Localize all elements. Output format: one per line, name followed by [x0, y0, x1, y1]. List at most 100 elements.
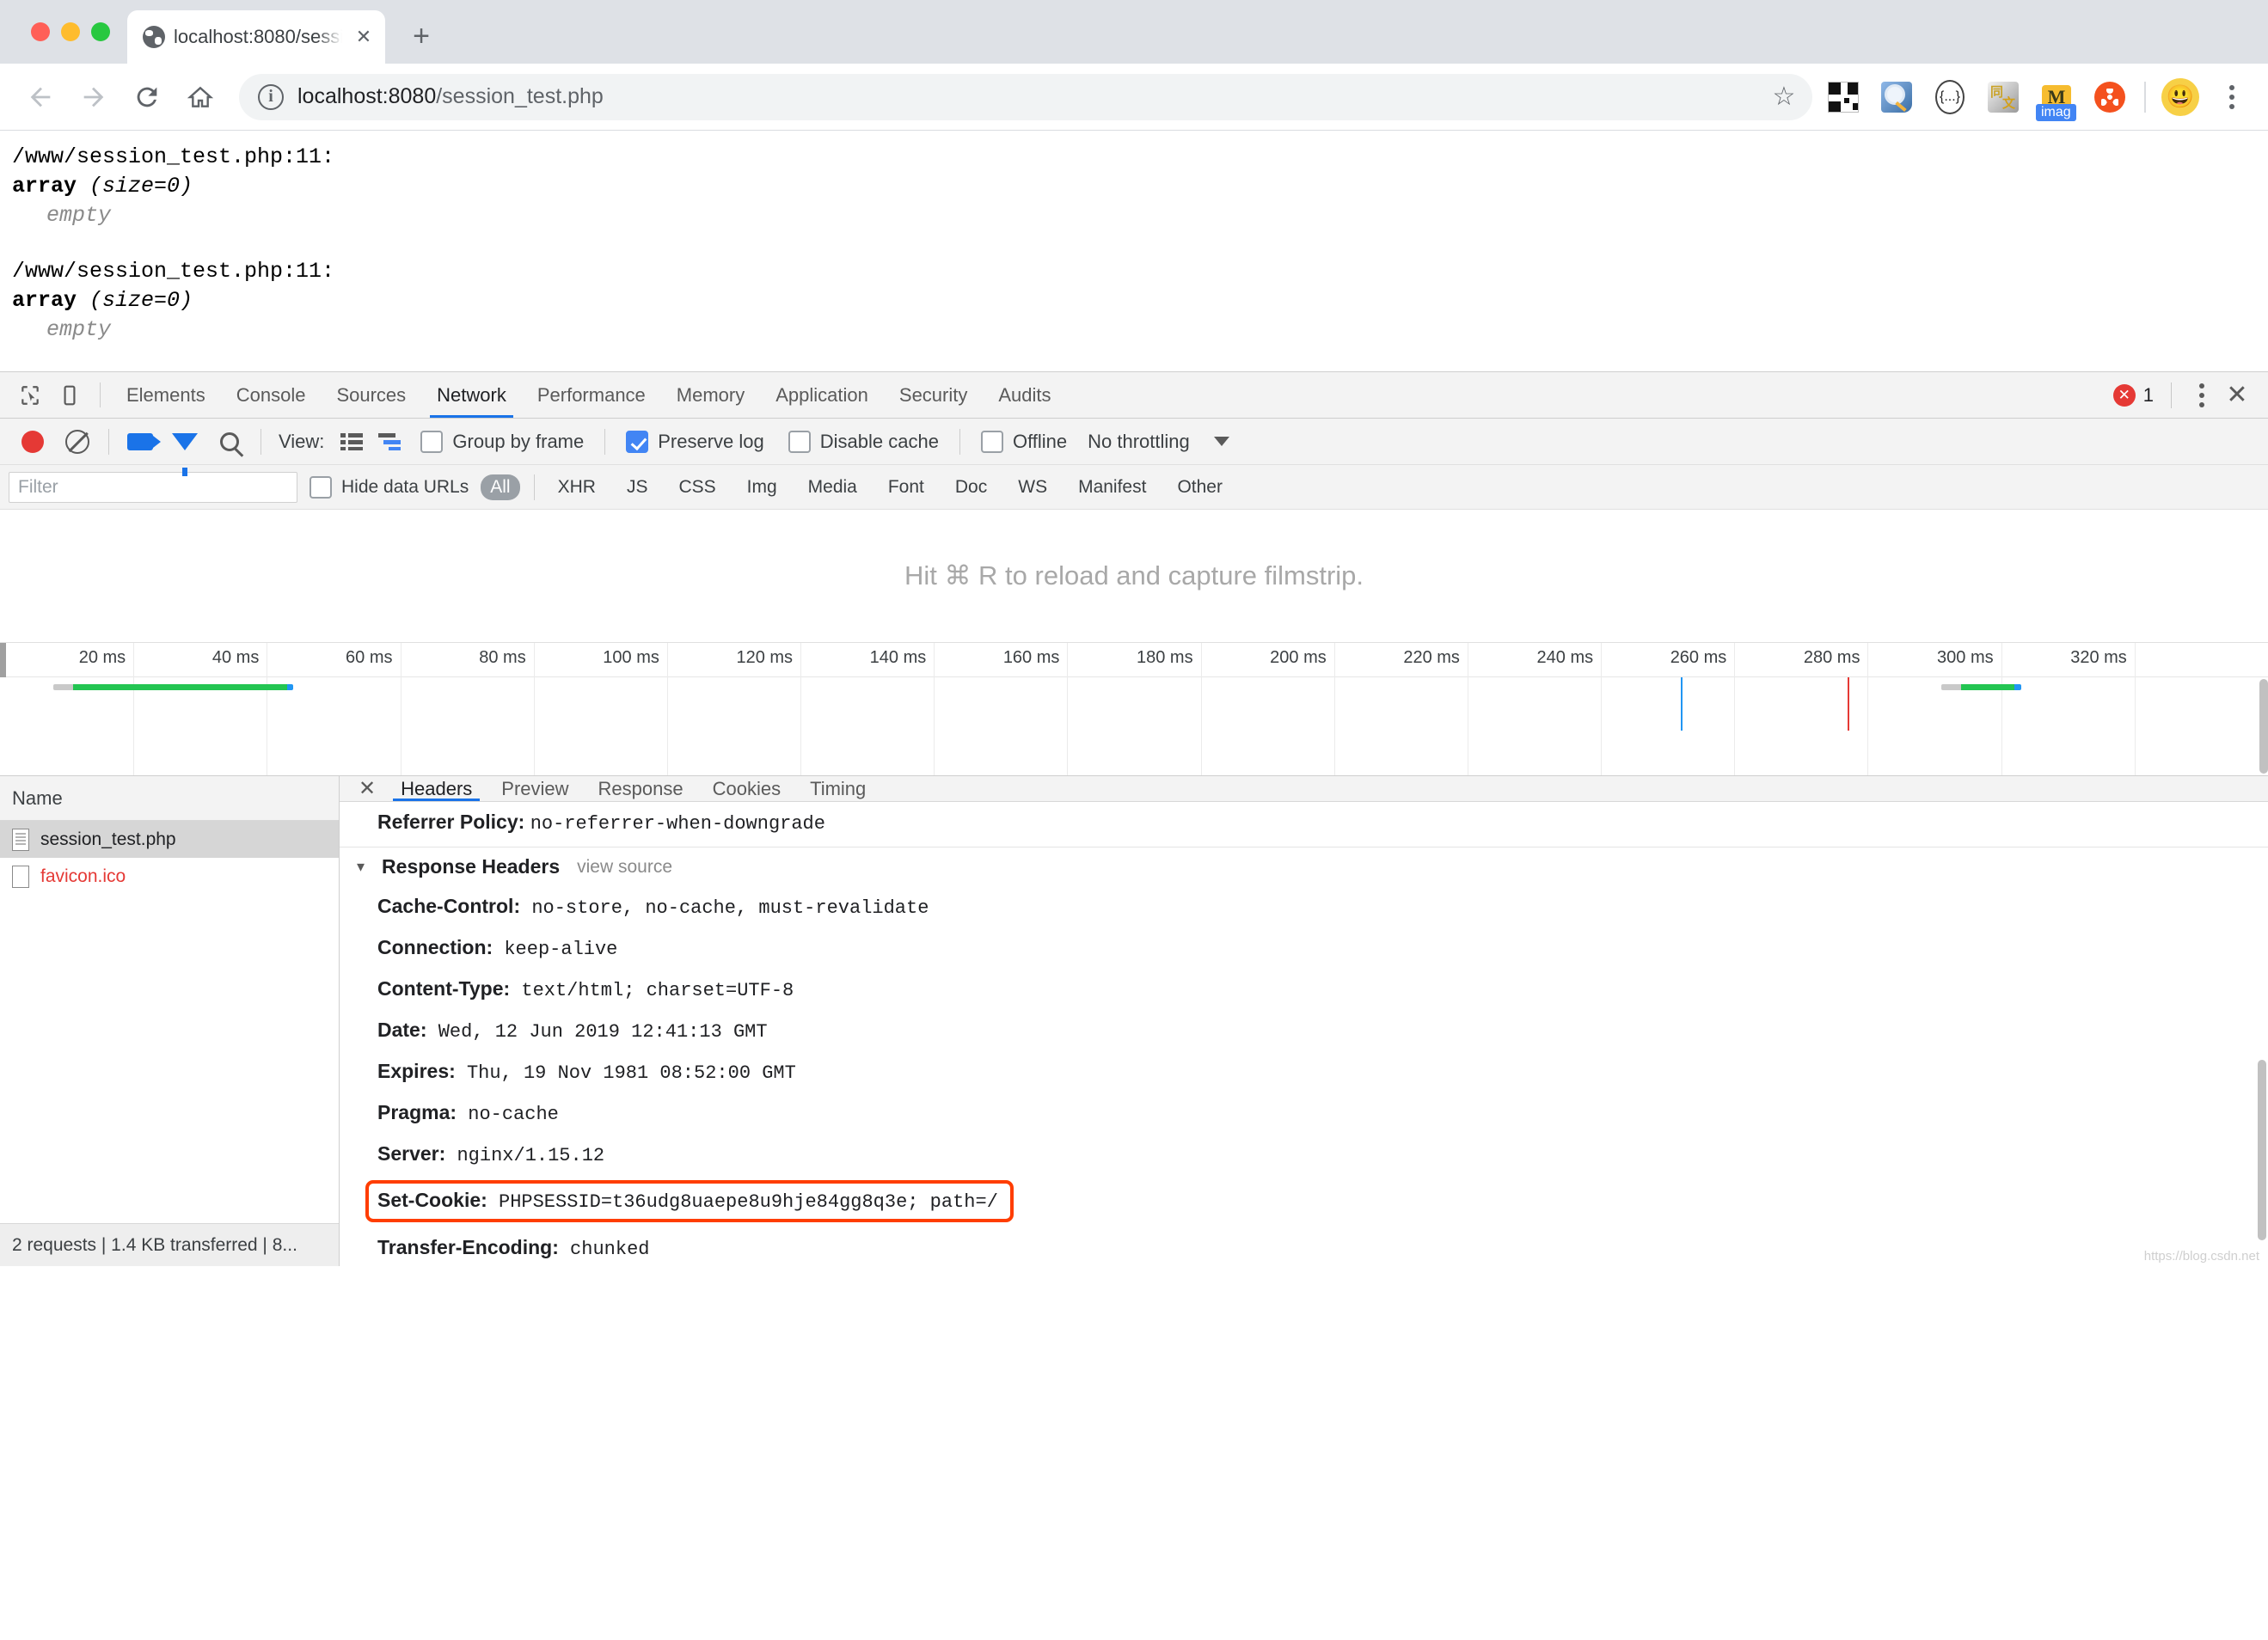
devtools-more-icon[interactable] — [2189, 382, 2215, 407]
filter-input[interactable]: Filter — [9, 471, 297, 503]
minimize-window-button[interactable] — [61, 22, 80, 41]
divider — [2171, 382, 2172, 408]
request-row-session-test[interactable]: session_test.php — [0, 821, 339, 858]
tab-sources[interactable]: Sources — [321, 372, 421, 418]
type-filter-font[interactable]: Font — [879, 474, 934, 500]
type-filter-media[interactable]: Media — [799, 474, 867, 500]
home-icon[interactable] — [175, 72, 225, 122]
tab-audits[interactable]: Audits — [983, 372, 1066, 418]
tab-cookies[interactable]: Cookies — [698, 776, 795, 801]
type-filter-other[interactable]: Other — [1168, 474, 1232, 500]
header-value: Thu, 19 Nov 1981 08:52:00 GMT — [455, 1062, 796, 1084]
maximize-window-button[interactable] — [91, 22, 110, 41]
type-filter-img[interactable]: Img — [738, 474, 787, 500]
throttling-select[interactable]: No throttling — [1079, 431, 1198, 453]
browser-tab[interactable]: localhost:8080/session_test.ph ✕ — [127, 10, 385, 64]
divider — [604, 428, 606, 455]
checkbox-box[interactable] — [310, 475, 332, 499]
type-filter-manifest[interactable]: Manifest — [1069, 474, 1155, 500]
timeline-left-handle[interactable] — [0, 643, 6, 677]
tongwen-icon[interactable]: 同文 — [1984, 78, 2022, 116]
devtools-close-icon[interactable]: ✕ — [2220, 380, 2254, 410]
disable-cache-label: Disable cache — [819, 430, 939, 452]
bookmark-star-icon[interactable]: ☆ — [1764, 77, 1804, 117]
request-row-favicon[interactable]: favicon.ico — [0, 858, 339, 895]
view-source-link[interactable]: view source — [577, 857, 672, 878]
chevron-down-icon[interactable]: ▾ — [357, 858, 365, 876]
checkbox-box[interactable] — [626, 430, 649, 453]
url-host: localhost:8080 — [297, 84, 437, 108]
device-toolbar-icon[interactable] — [50, 372, 89, 418]
timeline-gridline — [1867, 643, 1869, 775]
detail-scrollbar[interactable] — [2256, 802, 2268, 1266]
tab-elements[interactable]: Elements — [111, 372, 221, 418]
site-info-icon[interactable]: i — [258, 83, 284, 110]
detail-close-icon[interactable]: ✕ — [348, 776, 386, 801]
error-count-badge[interactable]: ✕ 1 — [2112, 383, 2154, 407]
timeline-bar[interactable] — [1940, 684, 2021, 690]
window-traffic-lights — [0, 22, 110, 64]
timeline-bar[interactable] — [53, 684, 294, 690]
tab-console[interactable]: Console — [221, 372, 322, 418]
tab-memory[interactable]: Memory — [661, 372, 760, 418]
checkbox-box[interactable] — [788, 430, 811, 453]
checkbox-box[interactable] — [420, 430, 444, 453]
reload-icon[interactable] — [122, 72, 172, 122]
back-icon[interactable] — [15, 72, 65, 122]
checkbox-box[interactable] — [980, 430, 1003, 453]
type-filter-js[interactable]: JS — [617, 474, 658, 500]
qr-code-icon[interactable] — [1824, 78, 1862, 116]
tab-application[interactable]: Application — [760, 372, 884, 418]
clear-button[interactable] — [55, 429, 100, 454]
timeline-event-marker — [1848, 677, 1850, 731]
tab-network[interactable]: Network — [421, 372, 522, 418]
offline-checkbox[interactable]: Offline — [969, 430, 1079, 453]
hide-data-urls-checkbox[interactable]: Hide data URLs — [297, 475, 481, 499]
browser-toolbar: i localhost:8080/session_test.php ☆ {...… — [0, 64, 2268, 131]
inspect-element-icon[interactable] — [10, 372, 50, 418]
tab-security[interactable]: Security — [884, 372, 983, 418]
magnifier-extension-icon[interactable] — [1878, 78, 1916, 116]
network-timeline[interactable]: 20 ms 40 ms 60 ms 80 ms 100 ms 120 ms 140 ms 16… — [0, 643, 2268, 776]
type-filter-xhr[interactable]: XHR — [549, 474, 605, 500]
document-icon — [12, 828, 29, 851]
preserve-log-checkbox[interactable]: Preserve log — [614, 430, 776, 453]
request-list-header[interactable]: Name — [0, 776, 339, 821]
divider — [100, 382, 101, 407]
new-tab-button[interactable]: + — [399, 14, 444, 58]
json-viewer-icon[interactable]: {...} — [1931, 78, 1969, 116]
gmail-icon[interactable]: imag — [2036, 78, 2076, 121]
search-button[interactable] — [207, 431, 252, 451]
type-filter-all[interactable]: All — [481, 474, 520, 500]
timeline-tick-label: 20 ms — [78, 648, 126, 667]
list-view-icon[interactable] — [333, 432, 371, 450]
close-icon[interactable]: ✕ — [351, 24, 377, 50]
close-window-button[interactable] — [31, 22, 50, 41]
type-filter-doc[interactable]: Doc — [946, 474, 996, 500]
tab-response[interactable]: Response — [584, 776, 698, 801]
address-bar[interactable]: i localhost:8080/session_test.php ☆ — [239, 73, 1812, 120]
capture-screenshots-button[interactable] — [118, 432, 162, 450]
tab-performance[interactable]: Performance — [522, 372, 661, 418]
header-row: Content-Type: text/html; charset=UTF-8 — [340, 969, 2268, 1010]
avatar[interactable]: 😃 — [2161, 77, 2199, 116]
timeline-scrollbar[interactable] — [2259, 679, 2268, 774]
chevron-down-icon[interactable] — [1213, 437, 1229, 446]
header-key: Date: — [377, 1019, 427, 1041]
divider — [959, 428, 960, 455]
filter-button[interactable] — [162, 432, 207, 476]
tab-headers[interactable]: Headers — [386, 776, 487, 801]
waterfall-view-icon[interactable] — [371, 432, 408, 450]
tab-preview[interactable]: Preview — [487, 776, 583, 801]
forward-icon[interactable] — [69, 72, 119, 122]
tab-timing[interactable]: Timing — [795, 776, 880, 801]
disable-cache-checkbox[interactable]: Disable cache — [776, 430, 951, 453]
page-content: /www/session_test.php:11: array (size=0)… — [0, 131, 2268, 371]
record-button[interactable] — [10, 430, 55, 453]
type-filter-css[interactable]: CSS — [669, 474, 725, 500]
type-filter-ws[interactable]: WS — [1008, 474, 1057, 500]
response-headers-section-header[interactable]: ▾ Response Headers view source — [340, 847, 2268, 886]
kebab-menu-icon[interactable] — [2215, 84, 2249, 109]
orange-extension-icon[interactable] — [2091, 78, 2129, 116]
group-by-frame-checkbox[interactable]: Group by frame — [408, 430, 596, 453]
